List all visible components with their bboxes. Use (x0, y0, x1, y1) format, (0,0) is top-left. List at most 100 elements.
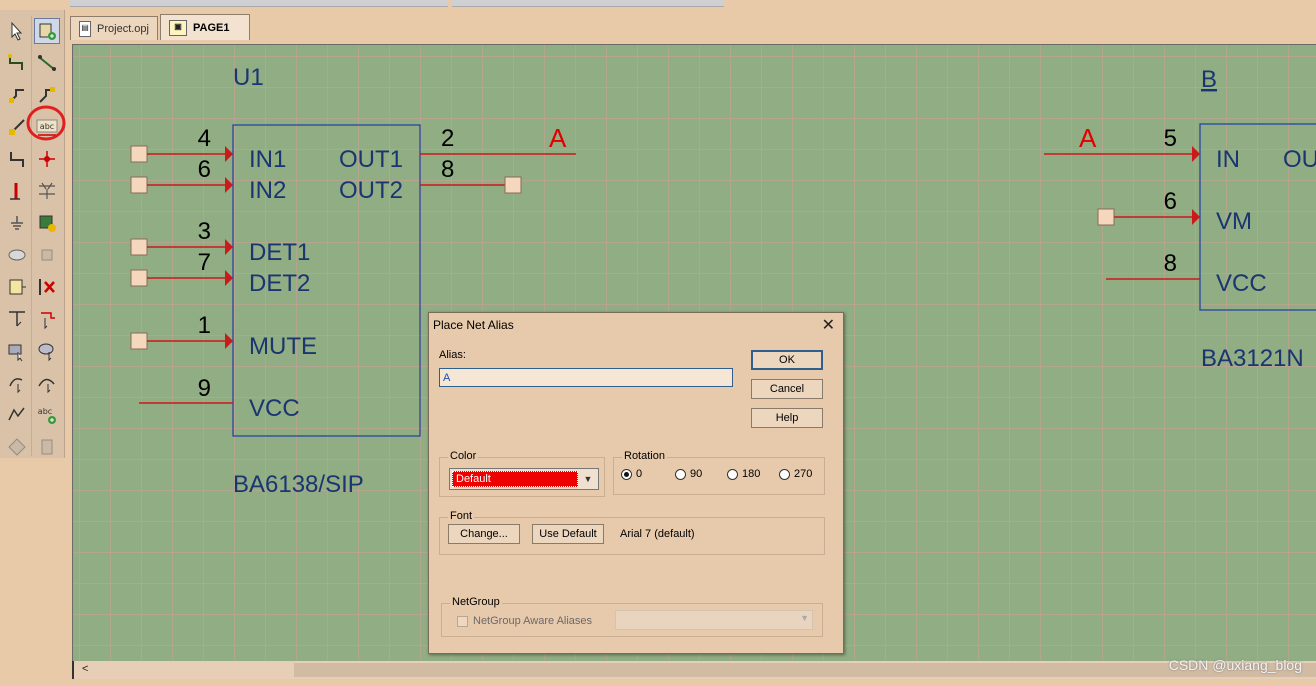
ground-icon[interactable] (4, 210, 30, 236)
toolbar-separator (31, 16, 32, 456)
pin-name: VCC (249, 395, 300, 422)
close-icon[interactable]: ✕ (822, 315, 835, 335)
rotation-0-radio[interactable]: 0 (621, 468, 642, 480)
radio-indicator (779, 468, 790, 480)
place-no-connect-icon[interactable] (34, 178, 60, 204)
no-erc-icon[interactable] (34, 274, 60, 300)
chevron-down-icon[interactable]: ▼ (800, 613, 809, 623)
alias-input[interactable] (439, 368, 733, 387)
place-rectangle-icon[interactable] (4, 338, 30, 364)
place-line-icon[interactable] (4, 306, 30, 332)
pin-name: OUT2 (339, 177, 403, 204)
rotation-180-radio[interactable]: 180 (727, 468, 760, 480)
rotation-270-radio[interactable]: 270 (779, 468, 812, 480)
netgroup-group-title: NetGroup (450, 596, 502, 608)
pin-number: 9 (198, 375, 211, 402)
netgroup-aware-checkbox[interactable] (457, 616, 468, 627)
place-net-alias-dialog: Place Net Alias ✕ Alias: OK Cancel Help … (428, 312, 844, 654)
place-wire-icon[interactable] (4, 50, 30, 76)
tab-page1[interactable]: ▣ PAGE1 (160, 14, 250, 40)
radio-label: 180 (742, 468, 761, 480)
place-wire-tool-icon[interactable] (34, 50, 60, 76)
tab-project[interactable]: ▤ Project.opj (70, 16, 158, 40)
place-hierarchical-port-icon[interactable] (34, 210, 60, 236)
ok-button[interactable]: OK (751, 350, 823, 370)
radio-indicator (727, 468, 738, 480)
place-polyline-icon[interactable] (4, 402, 30, 428)
change-font-button[interactable]: Change... (448, 524, 520, 544)
u1-pin-det1[interactable]: 3 DET1 (130, 218, 310, 266)
draw-toolbar: abc abc (0, 10, 66, 460)
off-page-connector-icon[interactable] (4, 242, 30, 268)
place-text-icon[interactable]: abc (34, 402, 60, 428)
net-alias-label[interactable]: A (1079, 123, 1097, 153)
rotation-90-radio[interactable]: 90 (675, 468, 702, 480)
pin-number: 2 (441, 125, 454, 152)
color-swatch: Default (452, 471, 578, 487)
help-button[interactable]: Help (751, 408, 823, 428)
top-strip (0, 0, 1316, 10)
u2-pin-vm[interactable]: 6 VM (1097, 188, 1252, 235)
place-ieee-symbol-icon (34, 434, 60, 460)
radio-label: 0 (636, 468, 643, 480)
top-scroll-segment (452, 0, 724, 7)
cancel-button[interactable]: Cancel (751, 379, 823, 399)
place-junction-icon[interactable] (34, 146, 60, 172)
junction-icon[interactable] (4, 146, 30, 172)
font-group-title: Font (448, 510, 475, 522)
u1-part-name: BA6138/SIP (233, 471, 364, 498)
hierarchical-block-icon[interactable] (4, 274, 30, 300)
pin-number: 8 (441, 156, 454, 183)
project-icon: ▤ (79, 20, 92, 37)
u2-part-name: BA3121N (1201, 345, 1304, 372)
pin-name: DET2 (249, 270, 310, 297)
pin-number: 7 (198, 249, 211, 276)
pin-name: MUTE (249, 333, 317, 360)
power-icon[interactable] (4, 178, 30, 204)
watermark: CSDN @uxiang_blog (1168, 657, 1302, 673)
pin-name: IN1 (249, 146, 286, 173)
pin-name: OU (1283, 146, 1316, 173)
u1-pin-out1[interactable]: 2 OUT1 A (339, 123, 576, 173)
chevron-down-icon[interactable]: ▼ (580, 471, 596, 487)
dialog-title: Place Net Alias (433, 318, 514, 332)
u1-pin-vcc[interactable]: 9 VCC (139, 375, 300, 422)
tab-label: Project.opj (97, 22, 149, 35)
select-tool-icon[interactable] (4, 18, 30, 44)
place-arc-icon[interactable] (4, 370, 30, 396)
color-select[interactable]: Default ▼ (449, 468, 599, 490)
place-part-icon[interactable] (34, 18, 60, 44)
place-off-page-icon[interactable] (34, 306, 60, 332)
scrollbar-thumb[interactable] (294, 663, 1316, 677)
radio-label: 270 (794, 468, 813, 480)
use-default-font-button[interactable]: Use Default (532, 524, 604, 544)
tab-label: PAGE1 (193, 21, 230, 34)
place-ellipse-icon[interactable] (34, 338, 60, 364)
netgroup-aware-label: NetGroup Aware Aliases (473, 615, 593, 627)
horizontal-scrollbar[interactable]: < (72, 661, 1316, 679)
place-bezier-icon[interactable] (34, 370, 60, 396)
pin-number: 1 (198, 312, 211, 339)
pin-name: VM (1216, 208, 1252, 235)
netgroup-select[interactable]: ▼ (615, 610, 813, 630)
bottom-strip (0, 679, 1316, 686)
pin-number: 3 (198, 218, 211, 245)
u2-pin-vcc[interactable]: 8 VCC (1106, 250, 1267, 297)
u1-pin-mute[interactable]: 1 MUTE (130, 312, 317, 360)
color-group-title: Color (448, 450, 479, 462)
pin-name: DET1 (249, 239, 310, 266)
place-picture-icon (4, 434, 30, 460)
pin-name: IN2 (249, 177, 286, 204)
schematic-page-icon: ▣ (169, 19, 187, 36)
svg-text:abc: abc (38, 407, 52, 416)
pin-number: 4 (198, 125, 211, 152)
pin-number: 6 (1164, 188, 1177, 215)
scroll-left-icon[interactable]: < (82, 663, 88, 675)
dialog-titlebar[interactable]: Place Net Alias ✕ (429, 313, 843, 337)
net-alias-label[interactable]: A (549, 123, 567, 153)
radio-label: 90 (690, 468, 703, 480)
highlight-ring (26, 105, 66, 141)
pin-name: IN (1216, 146, 1240, 173)
u2-pin-in[interactable]: 5 IN A (1044, 123, 1240, 173)
u1-refdes: U1 (233, 64, 264, 91)
